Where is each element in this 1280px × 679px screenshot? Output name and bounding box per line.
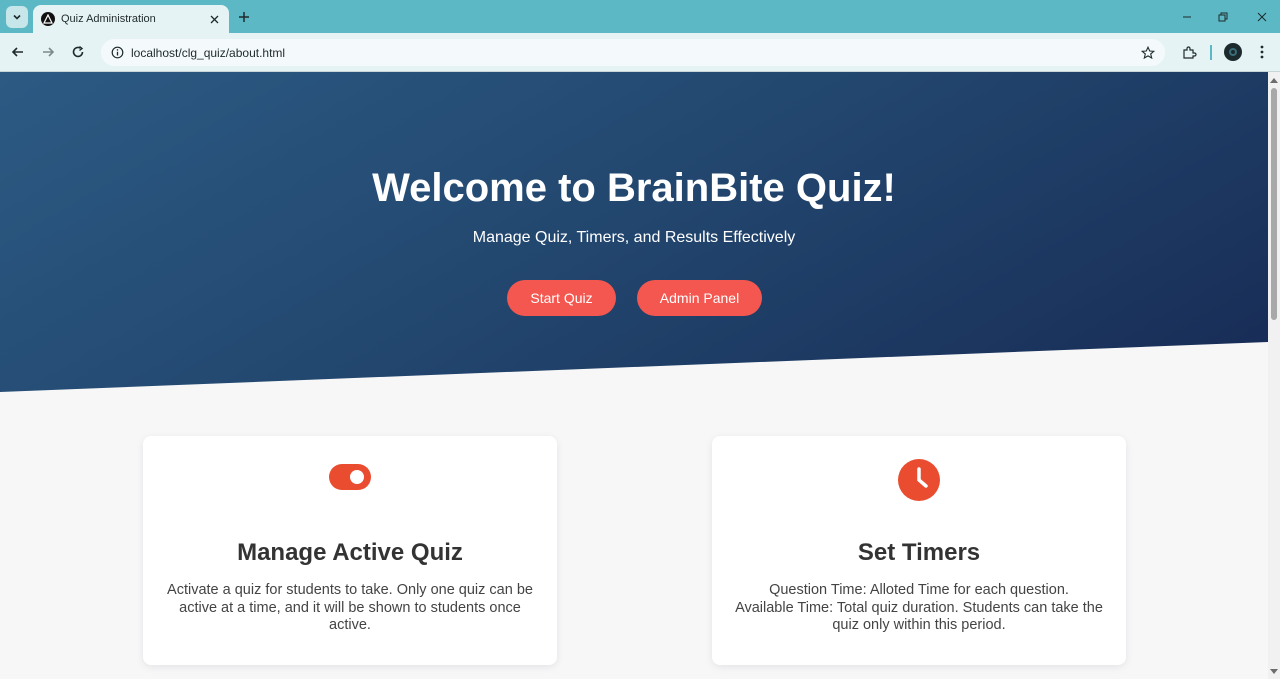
minimize-icon[interactable] (1178, 8, 1196, 26)
new-tab-icon[interactable] (235, 8, 253, 26)
profile-avatar-icon[interactable] (1224, 43, 1242, 61)
tab-search-button[interactable] (6, 6, 28, 28)
feature-title: Manage Active Quiz (237, 539, 463, 566)
bookmark-star-icon[interactable] (1139, 44, 1157, 62)
hero-subtitle: Manage Quiz, Timers, and Results Effecti… (472, 229, 796, 246)
feature-description: Question Time: Alloted Time for each que… (732, 582, 1106, 635)
close-window-icon[interactable] (1253, 8, 1271, 26)
tab-title: Quiz Administration (61, 13, 156, 25)
feature-card-timers: Set Timers Question Time: Alloted Time f… (712, 436, 1126, 665)
active-tab[interactable]: Quiz Administration (33, 5, 229, 33)
forward-arrow-icon[interactable] (38, 42, 58, 62)
feature-description: Activate a quiz for students to take. On… (167, 582, 533, 633)
toggle-icon (143, 458, 557, 502)
scroll-down-icon[interactable] (1270, 668, 1278, 676)
extensions-icon[interactable] (1179, 42, 1199, 62)
toolbar-divider (1210, 45, 1212, 60)
page-scrollbar[interactable] (1268, 72, 1280, 679)
feature-line: Question Time: Alloted Time for each que… (769, 582, 1069, 598)
start-quiz-button[interactable]: Start Quiz (507, 280, 616, 316)
clock-icon (712, 458, 1126, 502)
app-logo-icon (41, 12, 55, 26)
url-text: localhost/clg_quiz/about.html (131, 45, 286, 60)
feature-title: Set Timers (857, 539, 981, 566)
page-viewport: Welcome to BrainBite Quiz! Manage Quiz, … (0, 72, 1268, 679)
scroll-up-icon[interactable] (1270, 76, 1278, 84)
menu-kebab-icon[interactable] (1252, 42, 1272, 62)
feature-line: Available Time: Total quiz duration. Stu… (735, 599, 1103, 634)
reload-icon[interactable] (68, 42, 88, 62)
scrollbar-thumb[interactable] (1271, 88, 1277, 320)
close-tab-icon[interactable] (207, 12, 221, 26)
restore-icon[interactable] (1214, 8, 1232, 26)
hero-title: Welcome to BrainBite Quiz! (372, 166, 896, 210)
admin-panel-button[interactable]: Admin Panel (637, 280, 762, 316)
site-info-icon[interactable] (109, 45, 125, 61)
browser-tabstrip: Quiz Administration (0, 0, 1280, 33)
feature-card-active-quiz: Manage Active Quiz Activate a quiz for s… (143, 436, 557, 665)
browser-toolbar: localhost/clg_quiz/about.html (0, 33, 1280, 72)
address-bar[interactable]: localhost/clg_quiz/about.html (101, 39, 1165, 66)
back-arrow-icon[interactable] (8, 42, 28, 62)
chevron-down-icon (13, 14, 21, 20)
